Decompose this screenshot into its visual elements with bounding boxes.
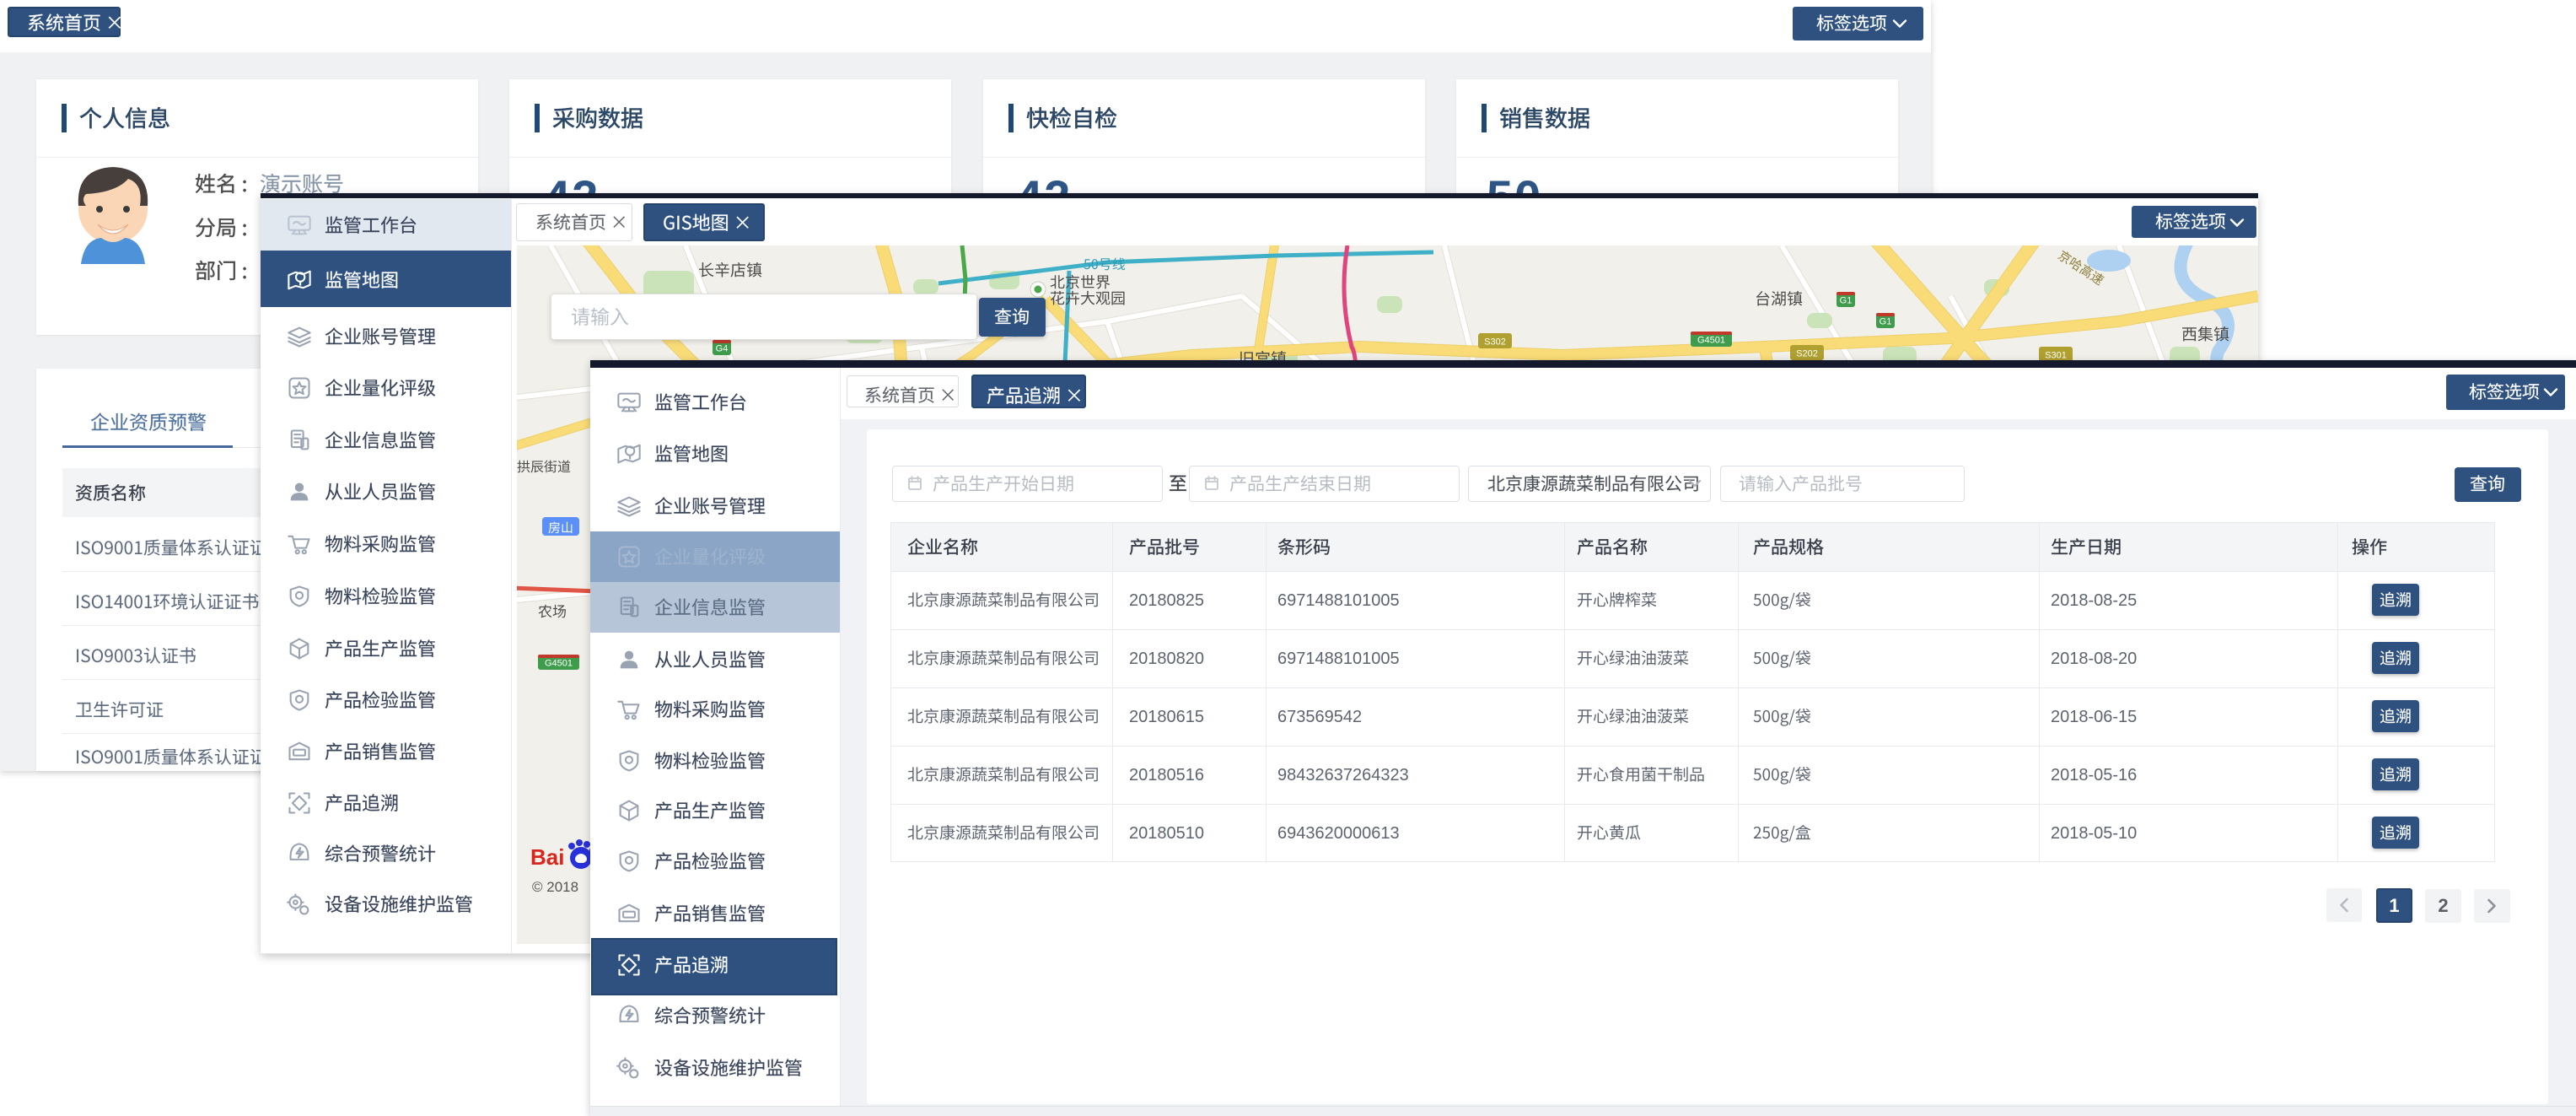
svg-text:G4501: G4501: [1697, 336, 1725, 346]
svg-text:Bai: Bai: [530, 844, 564, 870]
svg-text:G4501: G4501: [545, 659, 573, 669]
svg-text:S202: S202: [1796, 349, 1818, 359]
svg-text:G1: G1: [1840, 296, 1853, 306]
svg-text:S302: S302: [1484, 337, 1506, 348]
svg-text:S301: S301: [2045, 351, 2067, 361]
svg-text:G4: G4: [716, 344, 729, 354]
svg-text:© 2018: © 2018: [532, 879, 578, 895]
svg-text:G1: G1: [1880, 317, 1892, 327]
